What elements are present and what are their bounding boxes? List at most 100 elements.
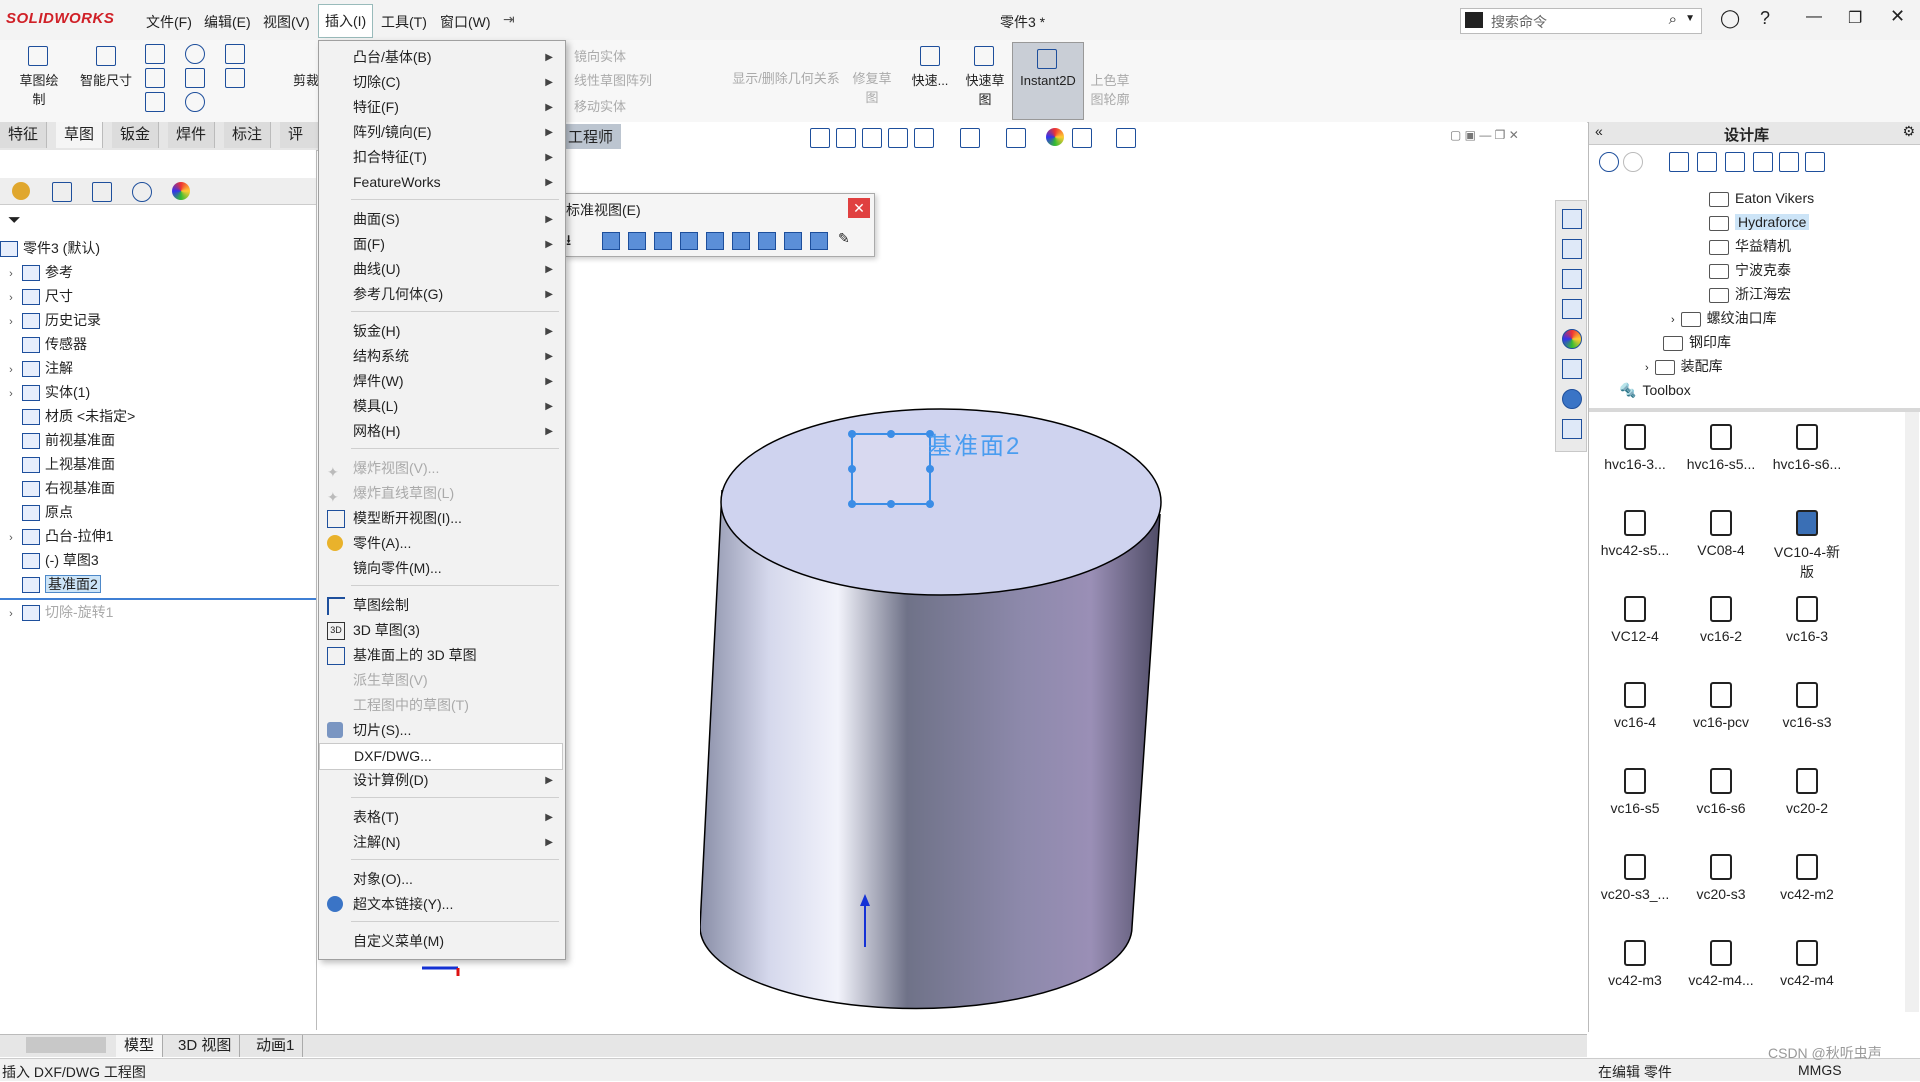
restore-icon[interactable]: ❐ [1848, 8, 1862, 28]
forum-icon[interactable] [1562, 419, 1582, 439]
custom-properties-icon[interactable] [1562, 359, 1582, 379]
menu-item-face[interactable]: 面(F) ▶ [319, 232, 563, 257]
tree-item[interactable]: › 历史记录 [0, 308, 101, 332]
library-folder[interactable]: › 装配库 [1645, 354, 1723, 378]
home-icon[interactable] [1562, 209, 1582, 229]
menu-item-pattern-mirror[interactable]: 阵列/镜向(E) ▶ [319, 120, 563, 145]
pane-splitter[interactable] [1589, 408, 1920, 412]
tab-evaluate[interactable]: 评估 [280, 122, 320, 169]
library-part[interactable]: vc16-pcv [1681, 682, 1761, 730]
tree-item[interactable]: › 尺寸 [0, 284, 73, 308]
display-style-icon[interactable] [960, 128, 980, 148]
library-part[interactable]: vc20-2 [1767, 768, 1847, 816]
library-part[interactable]: vc20-s3 [1681, 854, 1761, 902]
display-manager-icon[interactable] [172, 182, 190, 200]
mirror-entities-button[interactable]: 镜向实体 [574, 46, 626, 65]
arc-icon[interactable] [185, 68, 205, 88]
menu-item-mesh[interactable]: 网格(H) ▶ [319, 419, 563, 444]
library-part[interactable]: vc42-m3 [1595, 940, 1675, 988]
refresh-icon[interactable] [1753, 152, 1773, 172]
tree-item[interactable]: 右视基准面 [0, 476, 115, 500]
linear-pattern-button[interactable]: 线性草图阵列 [574, 70, 652, 89]
menu-edit[interactable]: 编辑(E) [204, 12, 251, 32]
zoom-to-area-icon[interactable] [836, 128, 856, 148]
menu-item-exploded-view[interactable]: ✦ 爆炸视图(V)... [319, 456, 563, 481]
tree-item[interactable]: 传感器 [0, 332, 87, 356]
tab-features[interactable]: 特征 [0, 122, 48, 148]
scrollbar[interactable] [1905, 412, 1919, 1012]
filter-icon[interactable]: ⏷ [8, 212, 21, 230]
menu-tools[interactable]: 工具(T) [381, 12, 427, 32]
library-part[interactable]: hvc42-s5... [1595, 510, 1675, 558]
library-part[interactable]: hvc16-3... [1595, 424, 1675, 472]
menu-window[interactable]: 窗口(W) [440, 12, 491, 32]
library-folder[interactable]: 浙江海宏 [1709, 282, 1791, 306]
tab-weldments[interactable]: 焊件 [168, 122, 216, 148]
previous-view-icon[interactable] [862, 128, 882, 148]
library-folder-selected[interactable]: Hydraforce [1709, 210, 1810, 234]
menu-item-reference-geometry[interactable]: 参考几何体(G) ▶ [319, 282, 563, 307]
appearances-icon[interactable] [1562, 329, 1582, 349]
close-icon[interactable]: ✕ [848, 198, 870, 218]
tab-3d-views[interactable]: 3D 视图 [170, 1035, 241, 1057]
user-icon[interactable]: ◯ [1720, 8, 1740, 29]
library-part[interactable]: vc16-2 [1681, 596, 1761, 644]
add-to-library-icon[interactable] [1669, 152, 1689, 172]
plane-outline[interactable] [851, 433, 931, 505]
rapid-sketch-button[interactable]: 快速草图 [960, 46, 1010, 108]
tree-item[interactable]: › 实体(1) [0, 380, 90, 404]
library-part[interactable]: vc16-s5 [1595, 768, 1675, 816]
circle-icon[interactable] [185, 44, 205, 64]
library-folder[interactable]: 钢印库 [1663, 330, 1731, 354]
view-palette-icon[interactable] [1562, 299, 1582, 319]
design-library-icon[interactable] [1562, 239, 1582, 259]
library-folder[interactable]: › 螺纹油口库 [1671, 306, 1777, 330]
gear-icon[interactable]: ⚙ [1902, 123, 1915, 140]
menu-item-sketch-from-drawing[interactable]: 工程图中的草图(T) [319, 693, 563, 718]
menu-item-explode-line-sketch[interactable]: ✦ 爆炸直线草图(L) [319, 481, 563, 506]
3d-content-central-icon[interactable] [1562, 389, 1582, 409]
right-view-icon[interactable] [680, 232, 698, 250]
menu-item-3d-sketch-on-plane[interactable]: 基准面上的 3D 草图 [319, 643, 563, 668]
menu-item-featureworks[interactable]: FeatureWorks ▶ [319, 170, 563, 195]
back-icon[interactable] [1599, 152, 1619, 172]
bottom-view-icon[interactable] [732, 232, 750, 250]
menu-item-slice[interactable]: 切片(S)... [319, 718, 563, 743]
tab-motion-study[interactable]: 动画1 [248, 1035, 304, 1057]
line-icon[interactable] [145, 44, 165, 64]
viewport-window-controls[interactable]: ▢ ▣ — ❐ ✕ [1450, 128, 1519, 142]
spline-icon[interactable] [225, 44, 245, 64]
sketch-button[interactable]: 草图绘制 [14, 46, 64, 108]
library-part[interactable]: vc16-4 [1595, 682, 1675, 730]
front-view-icon[interactable] [602, 232, 620, 250]
create-folder-icon[interactable] [1725, 152, 1745, 172]
unit-system[interactable]: MMGS [1798, 1062, 1842, 1078]
library-folder[interactable]: 宁波克泰 [1709, 258, 1791, 282]
isometric-view-icon[interactable] [758, 232, 776, 250]
view-orientation-icon[interactable] [914, 128, 934, 148]
library-part[interactable]: vc16-s6 [1681, 768, 1761, 816]
menu-item-hyperlink[interactable]: 超文本链接(Y)... [319, 892, 563, 917]
close-icon[interactable]: ✕ [1890, 6, 1905, 27]
menu-item-design-study[interactable]: 设计算例(D) ▶ [319, 768, 563, 793]
menu-item-3d-sketch[interactable]: 3D 3D 草图(3) [319, 618, 563, 643]
add-file-location-icon[interactable] [1697, 152, 1717, 172]
tree-item[interactable]: › 切除-旋转1 [0, 600, 113, 624]
menu-item-annotations[interactable]: 注解(N) ▶ [319, 830, 563, 855]
menu-item-tables[interactable]: 表格(T) ▶ [319, 805, 563, 830]
search-command-box[interactable]: 搜索命令 ⌕ ▼ [1460, 8, 1702, 34]
tree-root[interactable]: 零件3 (默认) [0, 236, 100, 260]
tab-sheet-metal[interactable]: 钣金 [112, 122, 160, 148]
hide-show-icon[interactable] [1006, 128, 1026, 148]
menu-item-customize-menu[interactable]: 自定义菜单(M) [319, 929, 563, 954]
menu-item-sketch[interactable]: 草图绘制 [319, 593, 563, 618]
menu-file[interactable]: 文件(F) [146, 12, 192, 32]
sketch-entity-tools[interactable] [145, 44, 283, 114]
menu-item-boss-base[interactable]: 凸台/基体(B) ▶ [319, 45, 563, 70]
menu-item-model-break-view[interactable]: 模型断开视图(I)... [319, 506, 563, 531]
menu-item-sheet-metal[interactable]: 钣金(H) ▶ [319, 319, 563, 344]
chevron-down-icon[interactable]: ▼ [1685, 13, 1695, 24]
configuration-manager-icon[interactable] [92, 182, 112, 202]
forward-icon[interactable] [1623, 152, 1643, 172]
library-part[interactable]: VC08-4 [1681, 510, 1761, 558]
